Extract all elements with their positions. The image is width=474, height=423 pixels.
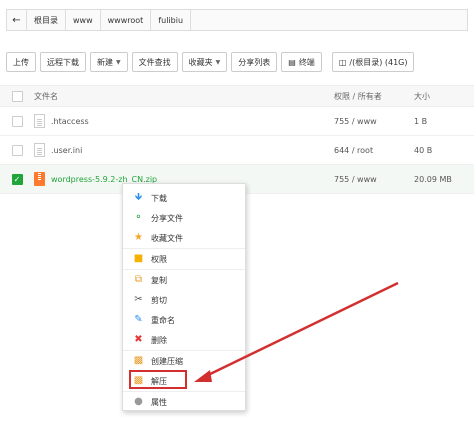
menu-cut[interactable]: ✂ 剪切: [123, 290, 245, 310]
annotation-highlight-box: [129, 370, 187, 389]
disk-button[interactable]: ◫/(根目录) (41G): [331, 52, 415, 72]
menu-permission[interactable]: ■ 权限: [123, 249, 245, 269]
menu-download-label: 下载: [151, 193, 167, 203]
menu-properties-label: 属性: [151, 397, 167, 407]
info-icon: ●: [134, 396, 143, 407]
header-perm[interactable]: 权限 / 所有者: [334, 91, 414, 102]
file-name[interactable]: .user.ini: [51, 146, 82, 155]
back-button[interactable]: ←: [7, 10, 27, 30]
header-size[interactable]: 大小: [414, 91, 474, 102]
remote-download-label: 远程下载: [47, 57, 79, 67]
breadcrumb: 根目录 www wwwroot fulibiu: [27, 10, 192, 30]
file-size: 40 B: [414, 145, 433, 155]
table-header: 文件名 权限 / 所有者 大小: [0, 85, 474, 107]
menu-favorite-label: 收藏文件: [151, 233, 183, 243]
favorites-label: 收藏夹: [188, 57, 213, 67]
file-icon: [34, 114, 45, 128]
new-label: 新建: [97, 57, 113, 67]
new-dropdown[interactable]: 新建 ▼: [90, 52, 128, 72]
crumb-fulibiu[interactable]: fulibiu: [151, 10, 192, 30]
disk-label: /(根目录) (41G): [349, 57, 408, 67]
crumb-www[interactable]: www: [66, 10, 101, 30]
menu-delete-label: 删除: [151, 335, 167, 345]
share-list-button[interactable]: 分享列表: [231, 52, 278, 72]
rename-icon: ✎: [134, 314, 143, 325]
header-name[interactable]: 文件名: [34, 91, 334, 102]
address-bar: ← 根目录 www wwwroot fulibiu: [6, 9, 468, 31]
row-checkbox-checked[interactable]: ✓: [11, 173, 23, 185]
star-icon: ★: [134, 232, 143, 243]
menu-copy-label: 复制: [151, 275, 167, 285]
scissors-icon: ✂: [134, 294, 143, 305]
copy-icon: ⧉: [134, 274, 143, 285]
crumb-root[interactable]: 根目录: [27, 10, 66, 30]
menu-compress-label: 创建压缩: [151, 356, 183, 366]
file-size: 1 B: [414, 116, 428, 126]
menu-copy[interactable]: ⧉ 复制: [123, 270, 245, 290]
file-size: 20.09 MB: [414, 174, 452, 184]
file-search-label: 文件查找: [138, 57, 171, 67]
select-all-checkbox[interactable]: [11, 90, 23, 102]
menu-delete[interactable]: ✖ 删除: [123, 330, 245, 350]
share-icon: ⚬: [134, 212, 143, 223]
menu-download[interactable]: 🡻 下载: [123, 188, 245, 208]
table-row[interactable]: .htaccess 755 / www 1 B: [0, 107, 474, 136]
archive-icon: ▩: [133, 355, 144, 366]
terminal-icon: ▤: [288, 57, 296, 67]
menu-properties[interactable]: ● 属性: [123, 392, 245, 412]
toolbar: 上传 远程下载 新建 ▼ 文件查找 收藏夹 ▼ 分享列表 ▤ 终端 ◫/(根目录) (…: [6, 52, 415, 72]
download-icon: 🡻: [134, 192, 143, 203]
file-name[interactable]: .htaccess: [51, 117, 89, 126]
chevron-down-icon: ▼: [215, 58, 221, 66]
file-perm[interactable]: 755 / www: [334, 117, 414, 126]
remote-download-button[interactable]: 远程下载: [40, 52, 86, 72]
menu-share[interactable]: ⚬ 分享文件: [123, 208, 245, 228]
table-row[interactable]: .user.ini 644 / root 40 B: [0, 136, 474, 165]
upload-button[interactable]: 上传: [6, 52, 36, 72]
terminal-label: 终端: [298, 57, 315, 67]
menu-favorite[interactable]: ★ 收藏文件: [123, 228, 245, 248]
delete-icon: ✖: [134, 334, 143, 345]
menu-compress[interactable]: ▩ 创建压缩: [123, 351, 245, 371]
terminal-button[interactable]: ▤ 终端: [281, 52, 322, 72]
disk-icon: ◫: [338, 57, 347, 67]
menu-rename-label: 重命名: [151, 315, 175, 325]
arrow-left-icon: ←: [12, 14, 21, 26]
row-checkbox[interactable]: [11, 144, 23, 156]
menu-permission-label: 权限: [151, 254, 167, 264]
zip-file-icon: [34, 172, 45, 186]
favorites-dropdown[interactable]: 收藏夹 ▼: [181, 52, 228, 72]
folder-icon: ■: [133, 253, 144, 264]
file-perm[interactable]: 755 / www: [334, 175, 414, 184]
menu-cut-label: 剪切: [151, 295, 167, 305]
menu-share-label: 分享文件: [151, 213, 183, 223]
file-search-button[interactable]: 文件查找: [131, 52, 178, 72]
menu-rename[interactable]: ✎ 重命名: [123, 310, 245, 330]
file-perm[interactable]: 644 / root: [334, 146, 414, 155]
file-icon: [34, 143, 45, 157]
row-checkbox[interactable]: [11, 115, 23, 127]
upload-label: 上传: [13, 57, 29, 67]
chevron-down-icon: ▼: [116, 58, 121, 66]
crumb-wwwroot[interactable]: wwwroot: [101, 10, 152, 30]
share-list-label: 分享列表: [238, 57, 271, 67]
file-table: 文件名 权限 / 所有者 大小 .htaccess 755 / www 1 B …: [0, 85, 474, 194]
